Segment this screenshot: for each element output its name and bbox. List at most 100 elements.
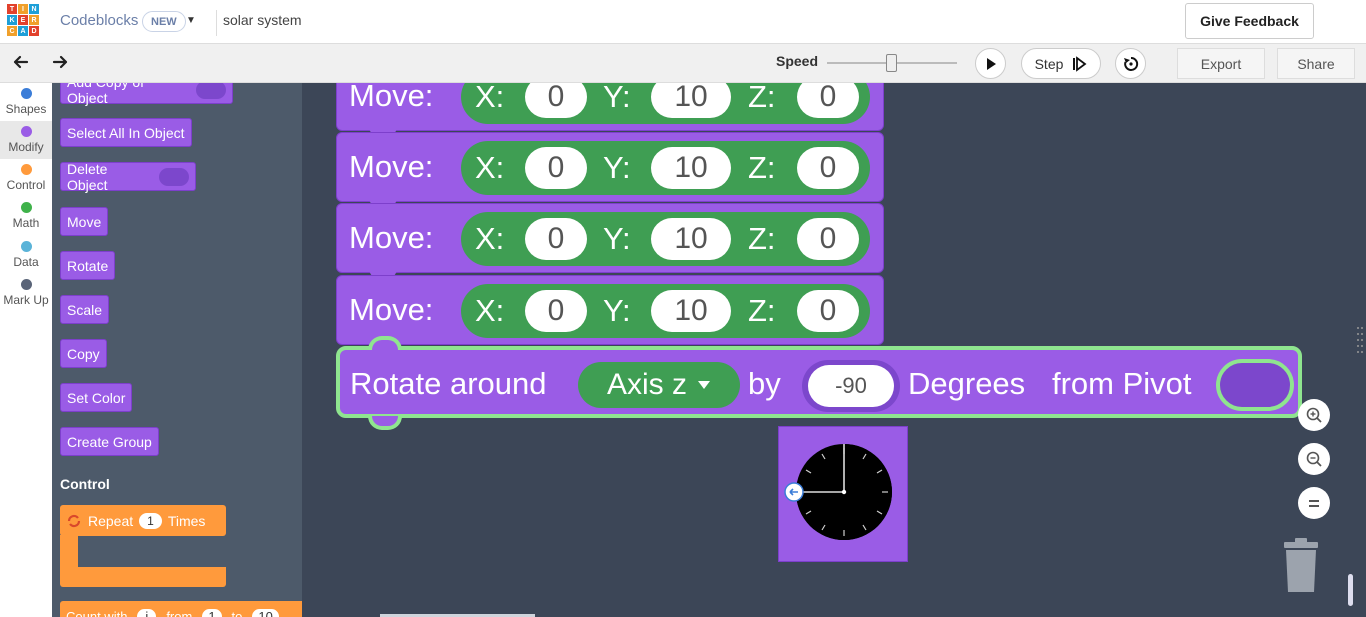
tinkercad-logo[interactable]: T I N K E R C A D (7, 4, 39, 36)
block-label: Set Color (67, 389, 126, 406)
share-button[interactable]: Share (1277, 48, 1355, 79)
trash-icon[interactable] (1280, 538, 1322, 594)
move-block[interactable]: Move: X: 0 Y: 10 Z: 0 (336, 132, 884, 209)
palette-block-add-copy[interactable]: Add Copy of Object (60, 83, 233, 106)
palette-block-set-color[interactable]: Set Color (60, 383, 133, 412)
step-button[interactable]: Step (1021, 48, 1101, 79)
block-label: Move (67, 213, 102, 230)
logo-letter: D (29, 26, 39, 36)
logo-letter: E (18, 15, 28, 25)
rotate-around-block[interactable]: Rotate around Axis z by -90 Degrees from… (336, 336, 1302, 430)
rotate-label: Rotate around (350, 366, 547, 401)
angle-dial-icon[interactable] (779, 427, 909, 563)
resize-grip-icon[interactable] (1356, 325, 1364, 359)
zoom-out-button[interactable] (1298, 443, 1330, 475)
x-input[interactable]: 0 (525, 147, 587, 189)
logo-letter: I (18, 4, 28, 14)
zoom-reset-button[interactable] (1298, 487, 1330, 519)
y-input[interactable]: 10 (651, 290, 731, 332)
export-button[interactable]: Export (1177, 48, 1265, 79)
logo-letter: C (7, 26, 17, 36)
palette-heading-control: Control (60, 476, 110, 492)
reset-icon (1123, 56, 1138, 71)
code-workspace[interactable]: Move: X: 0 Y: 10 Z: 0 Move: X: 0 Y: 10 Z… (302, 83, 1366, 617)
category-label: Math (12, 216, 40, 230)
category-data[interactable]: Data (0, 236, 52, 274)
move-block[interactable]: Move: X: 0 Y: 10 Z: 0 (336, 203, 884, 280)
workspace-scrollbar-vertical[interactable] (1348, 574, 1353, 606)
count-from[interactable]: 1 (202, 608, 222, 617)
palette-block-move[interactable]: Move (60, 207, 109, 236)
palette-block-delete-object[interactable]: Delete Object (60, 161, 196, 193)
zoom-in-button[interactable] (1298, 399, 1330, 431)
app-name[interactable]: Codeblocks (60, 12, 138, 29)
repeat-count[interactable]: 1 (139, 512, 162, 529)
block-label: Select All In Object (67, 124, 185, 141)
category-dot (20, 88, 32, 99)
block-slot (159, 167, 189, 186)
move-label: Move: (349, 83, 434, 113)
x-input[interactable]: 0 (525, 218, 587, 260)
z-input[interactable]: 0 (797, 218, 859, 260)
y-label: Y: (603, 150, 631, 185)
play-button[interactable] (975, 48, 1006, 79)
angle-picker[interactable] (778, 426, 908, 562)
palette-block-count-with[interactable]: Count with i from 1 to 10 (60, 601, 302, 617)
logo-letter: R (29, 15, 39, 25)
logo-letter: T (7, 4, 17, 14)
category-shapes[interactable]: Shapes (0, 83, 52, 121)
category-modify[interactable]: Modify (0, 121, 52, 159)
category-control[interactable]: Control (0, 159, 52, 197)
category-math[interactable]: Math (0, 197, 52, 235)
pivot-input-slot[interactable] (1216, 359, 1294, 411)
palette-block-select-all[interactable]: Select All In Object (60, 118, 192, 147)
block-label: Times (167, 512, 206, 529)
count-to[interactable]: 10 (252, 608, 279, 617)
xyz-input-group: X: 0 Y: 10 Z: 0 (461, 141, 870, 195)
project-name[interactable]: solar system (223, 12, 302, 28)
move-label: Move: (349, 292, 434, 327)
move-block[interactable]: Move: X: 0 Y: 10 Z: 0 (336, 275, 884, 345)
z-input[interactable]: 0 (797, 147, 859, 189)
y-input[interactable]: 10 (651, 147, 731, 189)
category-sidebar: Shapes Modify Control Math Data Mark Up (0, 83, 52, 617)
palette-block-rotate[interactable]: Rotate (60, 251, 116, 280)
degrees-input[interactable]: -90 (808, 365, 894, 407)
z-input[interactable]: 0 (797, 290, 859, 332)
count-var[interactable]: i (137, 608, 157, 617)
redo-arrow-icon[interactable] (50, 52, 70, 77)
speed-slider-thumb[interactable] (886, 54, 897, 72)
z-input[interactable]: 0 (797, 83, 859, 118)
block-palette[interactable]: Add Copy of Object Select All In Object … (52, 83, 302, 617)
block-slot (196, 83, 226, 99)
x-input[interactable]: 0 (525, 83, 587, 118)
category-mark-up[interactable]: Mark Up (0, 274, 52, 312)
category-dot (20, 279, 32, 290)
y-input[interactable]: 10 (651, 83, 731, 118)
x-input[interactable]: 0 (525, 290, 587, 332)
category-dot (20, 164, 32, 175)
block-label: Repeat (88, 512, 134, 529)
give-feedback-button[interactable]: Give Feedback (1185, 3, 1314, 39)
palette-block-create-group[interactable]: Create Group (60, 427, 159, 456)
divider (216, 10, 217, 36)
palette-block-copy[interactable]: Copy (60, 339, 107, 368)
chevron-down-icon[interactable]: ▼ (186, 15, 196, 26)
x-label: X: (475, 293, 505, 328)
undo-arrow-icon[interactable] (11, 52, 31, 77)
degrees-input-wrapper: -90 (802, 360, 900, 412)
y-input[interactable]: 10 (651, 218, 731, 260)
move-block[interactable]: Move: X: 0 Y: 10 Z: 0 (336, 83, 884, 138)
palette-block-scale[interactable]: Scale (60, 295, 110, 324)
new-badge: NEW (142, 11, 186, 32)
palette-block-repeat[interactable]: Repeat 1 Times (60, 505, 226, 536)
category-label: Mark Up (3, 293, 49, 307)
x-label: X: (475, 221, 505, 256)
block-label: Rotate (67, 257, 109, 274)
reset-button[interactable] (1115, 48, 1146, 79)
pivot-label: from Pivot (1052, 366, 1192, 401)
block-label: from (166, 608, 193, 617)
block-label: Copy (67, 345, 100, 362)
z-label: Z: (748, 150, 776, 185)
axis-dropdown[interactable]: Axis z (578, 362, 740, 408)
